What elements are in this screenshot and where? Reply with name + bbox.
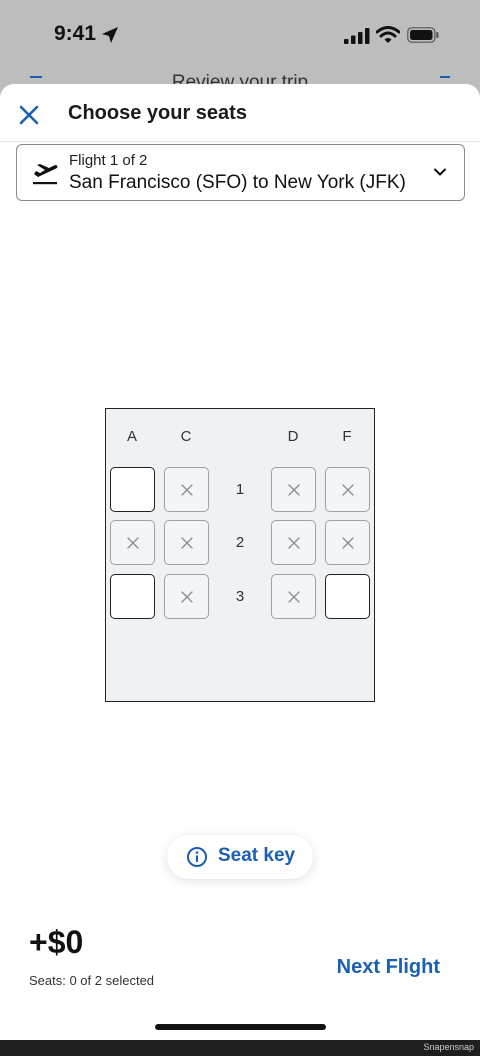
- close-icon[interactable]: [16, 102, 42, 128]
- seat-key-button[interactable]: Seat key: [167, 835, 313, 879]
- seat-3F[interactable]: [325, 574, 370, 619]
- seat-column-label: D: [287, 428, 299, 445]
- seat-1C: [164, 467, 209, 512]
- seat-1A[interactable]: [110, 467, 155, 512]
- sheet-header: Choose your seats: [0, 84, 480, 142]
- seat-row-number: 3: [235, 588, 245, 605]
- seat-1F: [325, 467, 370, 512]
- info-icon: [187, 847, 207, 867]
- unavailable-x-icon: [342, 484, 354, 496]
- unavailable-x-icon: [181, 591, 193, 603]
- cellular-signal-icon: [344, 28, 370, 44]
- flight-route: San Francisco (SFO) to New York (JFK): [69, 172, 406, 193]
- unavailable-x-icon: [181, 537, 193, 549]
- seat-1D: [271, 467, 316, 512]
- seat-2D: [271, 520, 316, 565]
- seat-3D: [271, 574, 316, 619]
- sheet-title: Choose your seats: [68, 102, 247, 124]
- footer-strip: Snapensnap: [0, 1040, 480, 1056]
- seat-row-number: 1: [235, 481, 245, 498]
- unavailable-x-icon: [288, 537, 300, 549]
- watermark: Snapensnap: [423, 1042, 474, 1052]
- seat-3A[interactable]: [110, 574, 155, 619]
- status-bar: 9:41: [0, 0, 480, 72]
- seat-3C: [164, 574, 209, 619]
- unavailable-x-icon: [181, 484, 193, 496]
- seat-2F: [325, 520, 370, 565]
- unavailable-x-icon: [127, 537, 139, 549]
- seat-2A: [110, 520, 155, 565]
- seat-row-number: 2: [235, 534, 245, 551]
- seat-key-label: Seat key: [218, 845, 296, 866]
- chevron-down-icon: [434, 168, 446, 176]
- home-indicator: [155, 1024, 326, 1030]
- flight-count: Flight 1 of 2: [69, 152, 148, 169]
- flight-selector-dropdown[interactable]: Flight 1 of 2 San Francisco (SFO) to New…: [16, 144, 465, 201]
- unavailable-x-icon: [342, 537, 354, 549]
- unavailable-x-icon: [288, 591, 300, 603]
- wifi-icon: [376, 26, 400, 43]
- unavailable-x-icon: [288, 484, 300, 496]
- seat-2C: [164, 520, 209, 565]
- airplane-departure-icon: [33, 164, 58, 185]
- next-flight-button[interactable]: Next Flight: [322, 956, 440, 979]
- battery-icon: [407, 27, 439, 43]
- location-arrow-icon: [102, 27, 118, 43]
- status-time: 9:41: [54, 22, 97, 45]
- price-total: +$0: [29, 924, 84, 960]
- seat-column-label: F: [342, 428, 352, 445]
- seat-column-label: A: [126, 428, 137, 445]
- seat-map: A C D F 1 2 3: [105, 408, 375, 702]
- seat-column-label: C: [180, 428, 192, 445]
- seats-selected-count: Seats: 0 of 2 selected: [29, 973, 155, 988]
- choose-seats-sheet: Choose your seats Flight 1 of 2 San Fran…: [0, 84, 480, 1040]
